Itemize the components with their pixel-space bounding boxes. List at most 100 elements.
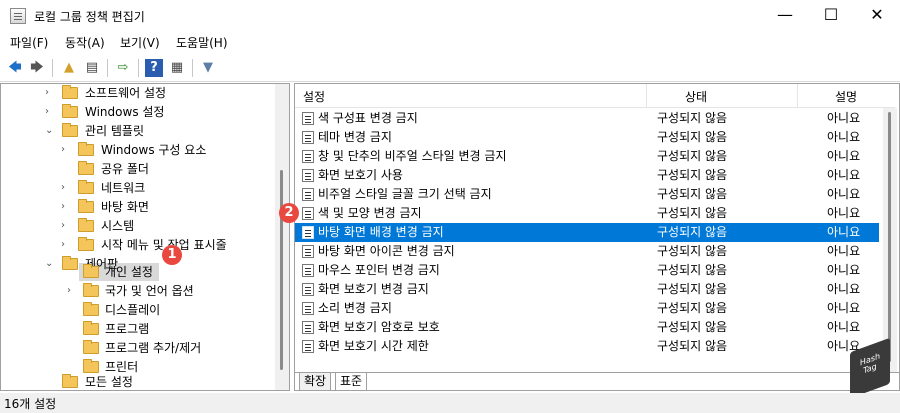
column-header-setting[interactable]: 설정	[303, 88, 325, 105]
table-row[interactable]: 소리 변경 금지 구성되지 않음 아니요	[295, 299, 879, 318]
back-arrow-icon[interactable]: 🡄	[6, 59, 24, 77]
chevron-right-icon[interactable]: ›	[67, 282, 79, 300]
list-header: 설정 상태 설명	[295, 84, 895, 108]
setting-state: 구성되지 않음	[657, 339, 728, 353]
table-row[interactable]: 화면 보호기 변경 금지 구성되지 않음 아니요	[295, 280, 879, 299]
tree-item-personalization[interactable]: 개인 설정	[1, 263, 271, 281]
chevron-right-icon[interactable]: ›	[61, 179, 73, 197]
policy-setting-icon	[302, 169, 314, 182]
tree-item-display[interactable]: 디스플레이	[1, 301, 271, 319]
tree-item-all-settings[interactable]: 모든 설정	[1, 373, 271, 390]
chevron-right-icon[interactable]: ›	[61, 217, 73, 235]
chevron-right-icon[interactable]: ›	[61, 198, 73, 216]
menu-file[interactable]: 파일(F)	[10, 34, 48, 51]
setting-description: 아니요	[827, 130, 861, 144]
tree-item-programs[interactable]: 프로그램	[1, 320, 271, 338]
up-folder-icon[interactable]: ▲	[60, 59, 78, 77]
policy-setting-icon	[302, 321, 314, 334]
tree-item-software-settings[interactable]: › 소프트웨어 설정	[1, 84, 271, 102]
policy-setting-icon	[302, 112, 314, 125]
table-row[interactable]: 화면 보호기 사용 구성되지 않음 아니요	[295, 166, 879, 185]
setting-name: 마우스 포인터 변경 금지	[318, 263, 440, 277]
tree-scrollbar[interactable]	[275, 84, 289, 390]
view-tabs: 확장 표준	[295, 372, 899, 390]
help-icon[interactable]: ?	[145, 59, 163, 77]
tab-extended[interactable]: 확장	[299, 373, 332, 390]
tree-item-region-language[interactable]: › 국가 및 언어 옵션	[1, 282, 271, 300]
maximize-button[interactable]: ☐	[808, 0, 854, 32]
chevron-down-icon[interactable]: ⌄	[45, 122, 57, 140]
table-row[interactable]: 색 및 모양 변경 금지 구성되지 않음 아니요	[295, 204, 879, 223]
setting-name: 소리 변경 금지	[318, 301, 392, 315]
table-row[interactable]: 창 및 단추의 비주얼 스타일 변경 금지 구성되지 않음 아니요	[295, 147, 879, 166]
setting-name: 색 및 모양 변경 금지	[318, 206, 422, 220]
policy-setting-icon	[302, 283, 314, 296]
tree-item-windows-settings[interactable]: › Windows 설정	[1, 103, 271, 121]
setting-description: 아니요	[827, 168, 861, 182]
tree-label: 바탕 화면	[101, 200, 149, 214]
tree-item-shared-folders[interactable]: 공유 폴더	[1, 160, 271, 178]
properties-icon[interactable]: ▦	[168, 59, 186, 77]
table-row[interactable]: 화면 보호기 시간 제한 구성되지 않음 아니요	[295, 337, 879, 356]
folder-icon	[78, 142, 94, 156]
tree-item-start-menu-taskbar[interactable]: › 시작 메뉴 및 작업 표시줄	[1, 236, 271, 254]
setting-state: 구성되지 않음	[657, 263, 728, 277]
table-row[interactable]: 마우스 포인터 변경 금지 구성되지 않음 아니요	[295, 261, 879, 280]
minimize-button[interactable]: —	[762, 0, 808, 32]
tree-item-network[interactable]: › 네트워크	[1, 179, 271, 197]
setting-state: 구성되지 않음	[657, 149, 728, 163]
setting-description: 아니요	[827, 301, 861, 315]
menu-help[interactable]: 도움말(H)	[176, 34, 228, 51]
show-hide-tree-icon[interactable]: ▤	[83, 59, 101, 77]
table-row[interactable]: 색 구성표 변경 금지 구성되지 않음 아니요	[295, 109, 879, 128]
setting-description: 아니요	[827, 206, 861, 220]
column-header-description[interactable]: 설명	[835, 88, 857, 105]
setting-state: 구성되지 않음	[657, 206, 728, 220]
tree-item-add-remove-programs[interactable]: 프로그램 추가/제거	[1, 339, 271, 357]
close-button[interactable]: ✕	[854, 0, 900, 32]
tree-item-admin-templates[interactable]: ⌄ 관리 템플릿	[1, 122, 271, 140]
table-row[interactable]: 비주얼 스타일 글꼴 크기 선택 금지 구성되지 않음 아니요	[295, 185, 879, 204]
annotation-badge-2: 2	[279, 203, 299, 223]
setting-state: 구성되지 않음	[657, 187, 728, 201]
tree-label: 프로그램 추가/제거	[105, 341, 202, 355]
menu-view[interactable]: 보기(V)	[120, 34, 160, 51]
policy-setting-icon	[302, 302, 314, 315]
table-row[interactable]: 테마 변경 금지 구성되지 않음 아니요	[295, 128, 879, 147]
folder-icon	[62, 104, 78, 118]
tree-item-windows-components[interactable]: › Windows 구성 요소	[1, 141, 271, 159]
menu-action[interactable]: 동작(A)	[65, 34, 105, 51]
chevron-right-icon[interactable]: ›	[45, 84, 57, 102]
chevron-right-icon[interactable]: ›	[61, 141, 73, 159]
tree-item-desktop[interactable]: › 바탕 화면	[1, 198, 271, 216]
list-scroll-thumb[interactable]	[888, 112, 891, 362]
setting-name: 화면 보호기 변경 금지	[318, 282, 429, 296]
policy-setting-icon	[302, 226, 314, 239]
list-scrollbar[interactable]	[883, 108, 897, 372]
annotation-badge-1: 1	[162, 245, 182, 265]
chevron-right-icon[interactable]: ›	[45, 103, 57, 121]
setting-name: 바탕 화면 아이콘 변경 금지	[318, 244, 455, 258]
setting-description: 아니요	[827, 320, 861, 334]
table-row-selected[interactable]: 바탕 화면 배경 변경 금지 구성되지 않음 아니요	[295, 223, 879, 242]
column-header-state[interactable]: 상태	[685, 88, 707, 105]
chevron-right-icon[interactable]: ›	[61, 236, 73, 254]
tree-scroll-thumb[interactable]	[280, 170, 283, 370]
folder-icon	[62, 85, 78, 99]
tab-standard[interactable]: 표준	[335, 373, 368, 390]
tree-pane[interactable]: › 소프트웨어 설정 › Windows 설정 ⌄ 관리 템플릿 › Windo…	[0, 83, 290, 391]
table-row[interactable]: 화면 보호기 암호로 보호 구성되지 않음 아니요	[295, 318, 879, 337]
tree-label: 국가 및 언어 옵션	[105, 284, 194, 298]
folder-icon	[78, 161, 94, 175]
tree-label: Windows 설정	[85, 105, 165, 119]
tree-label: 모든 설정	[85, 375, 133, 389]
export-list-icon[interactable]: ⇨	[114, 59, 132, 77]
tree-item-system[interactable]: › 시스템	[1, 217, 271, 235]
forward-arrow-icon[interactable]: 🡆	[28, 59, 46, 77]
table-row[interactable]: 바탕 화면 아이콘 변경 금지 구성되지 않음 아니요	[295, 242, 879, 261]
tree-label: 개인 설정	[105, 265, 153, 279]
settings-list-pane[interactable]: 설정 상태 설명 색 구성표 변경 금지 구성되지 않음 아니요 테마 변경 금…	[294, 83, 900, 391]
policy-editor-icon	[10, 8, 26, 24]
filter-icon[interactable]: ▼	[199, 59, 217, 77]
setting-description: 아니요	[827, 149, 861, 163]
